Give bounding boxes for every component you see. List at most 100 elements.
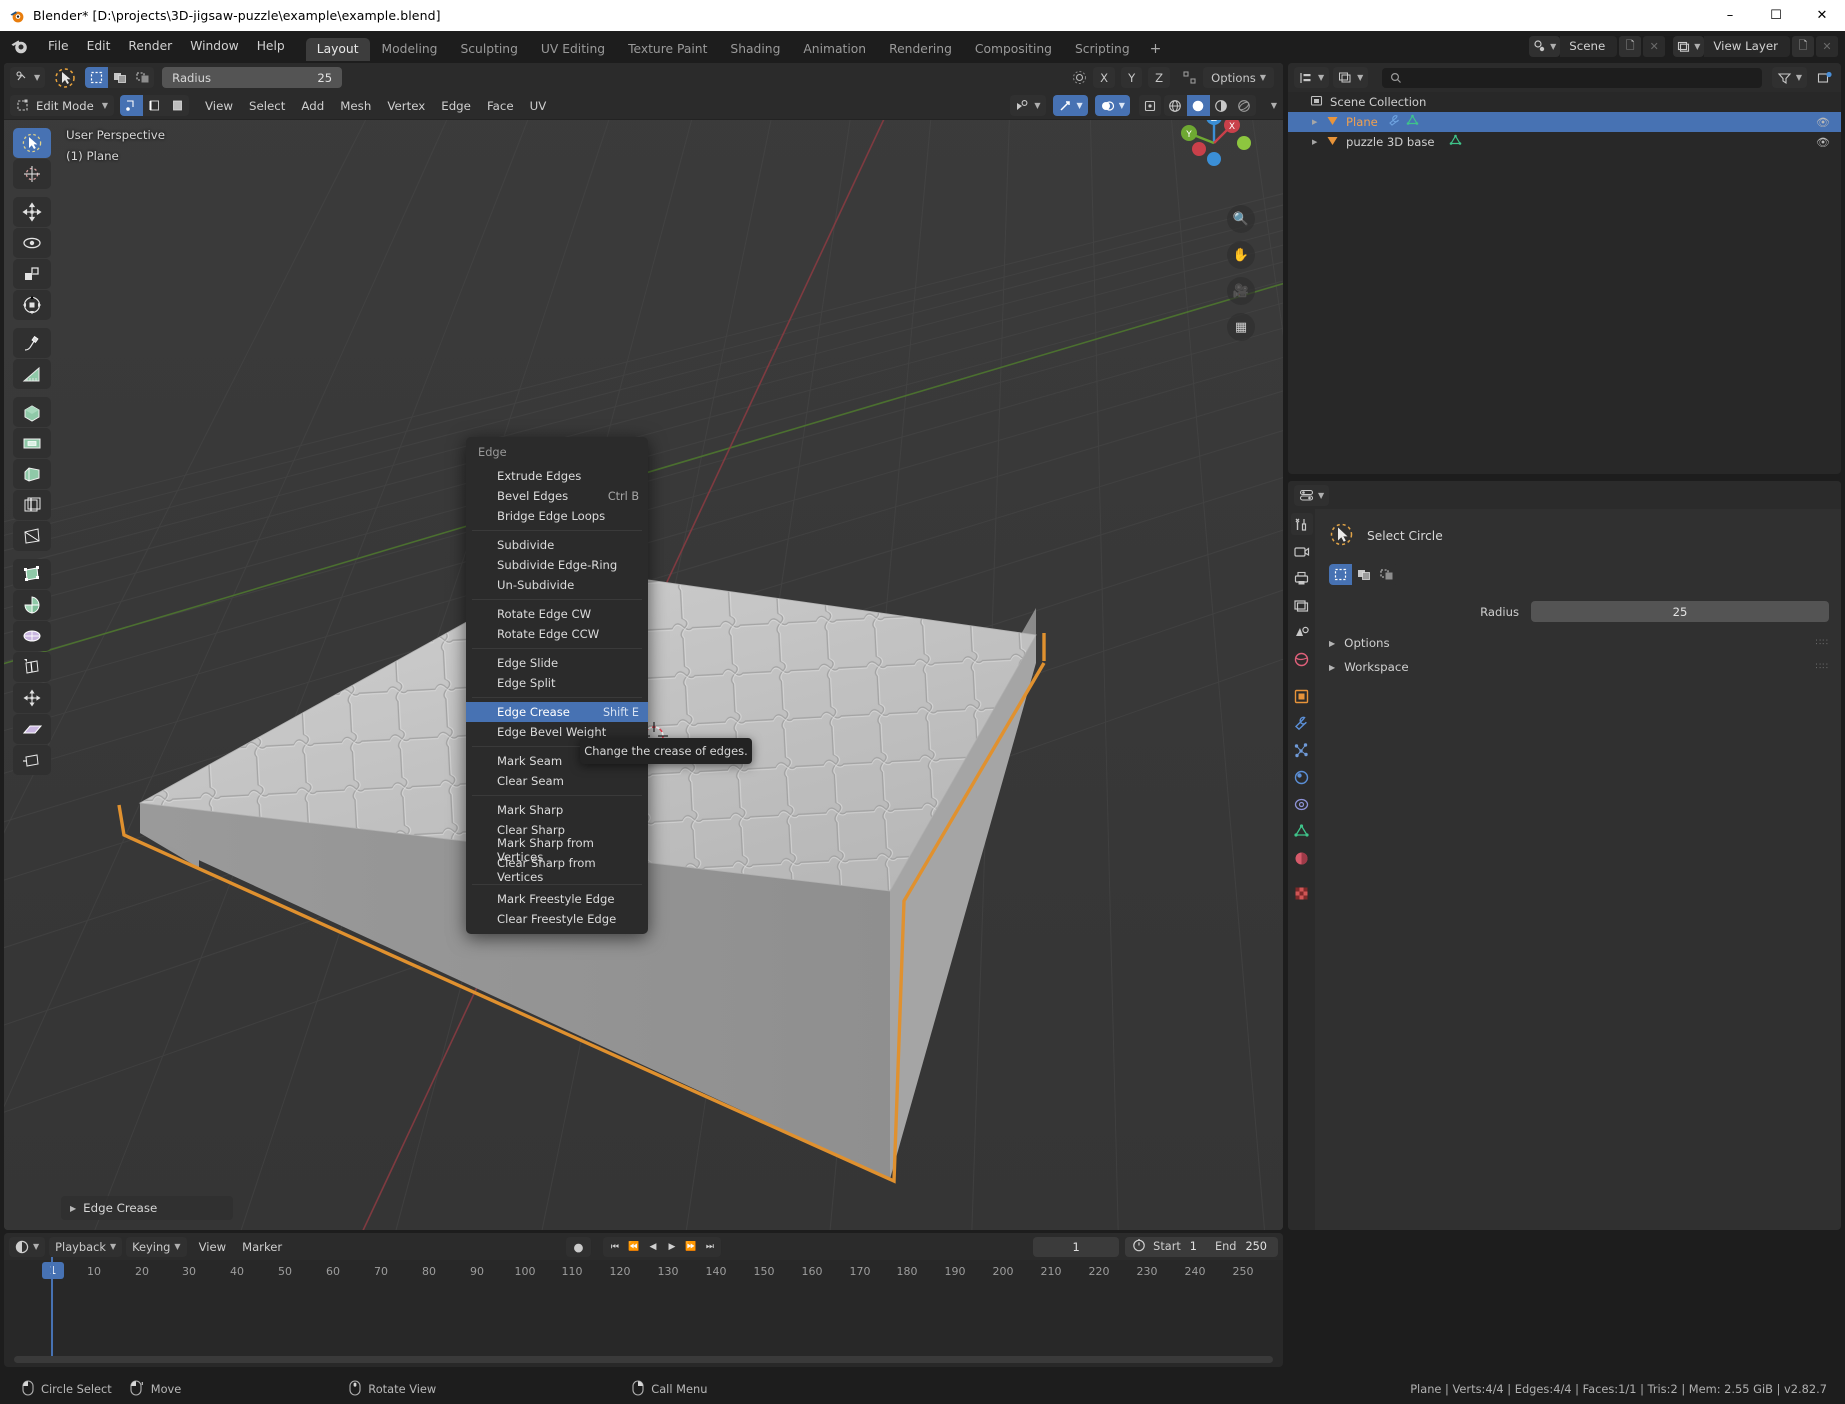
properties-tab-view-layer[interactable]: [1291, 594, 1313, 616]
vertex-select-mode-button[interactable]: [120, 95, 143, 116]
properties-panel-workspace[interactable]: ▶ Workspace ∷∷: [1329, 656, 1829, 678]
inset-faces-tool-button[interactable]: [13, 428, 51, 458]
properties-tab-scene[interactable]: [1291, 621, 1313, 643]
radius-slider[interactable]: 25: [1531, 601, 1829, 622]
properties-tab-tool[interactable]: [1291, 513, 1313, 535]
gizmo-toggle-dropdown[interactable]: ▼: [1053, 95, 1088, 116]
properties-tab-output[interactable]: [1291, 567, 1313, 589]
rip-region-tool-button[interactable]: [13, 745, 51, 775]
properties-tab-world[interactable]: [1291, 648, 1313, 670]
jump-to-end-button[interactable]: ⏭: [700, 1237, 719, 1257]
new-collection-button[interactable]: [1813, 67, 1835, 88]
axis-y-button[interactable]: Y: [1121, 67, 1142, 88]
properties-tab-render[interactable]: [1291, 540, 1313, 562]
knife-tool-button[interactable]: [13, 521, 51, 551]
timeline-playback-dropdown[interactable]: Playback▼: [49, 1237, 122, 1257]
properties-tab-object[interactable]: [1291, 685, 1313, 707]
minimize-button[interactable]: –: [1707, 0, 1753, 31]
new-view-layer-button[interactable]: 🗋: [1792, 36, 1814, 57]
viewport-menu-face[interactable]: Face: [479, 96, 522, 116]
extrude-region-tool-button[interactable]: [13, 397, 51, 427]
add-workspace-button[interactable]: +: [1142, 37, 1170, 61]
face-select-mode-button[interactable]: [166, 95, 189, 116]
axis-z-button[interactable]: Z: [1148, 67, 1170, 88]
shear-tool-button[interactable]: [13, 714, 51, 744]
jump-to-start-button[interactable]: ⏮: [605, 1237, 624, 1257]
menu-item-bevel-edges[interactable]: Bevel EdgesCtrl B: [466, 486, 648, 506]
viewport-menu-uv[interactable]: UV: [522, 96, 555, 116]
outliner-filter-id-dropdown[interactable]: ▼: [1333, 67, 1368, 88]
outliner-display-mode-dropdown[interactable]: ▼: [1294, 67, 1329, 88]
outliner-editor[interactable]: ▼ ▼ ▼ Scene Collection ▶ Plane: [1288, 63, 1841, 474]
timeline-playhead[interactable]: 1: [42, 1262, 64, 1279]
outliner-filter-dropdown[interactable]: ▼: [1772, 67, 1807, 88]
view-layer-name-field[interactable]: View Layer: [1704, 36, 1790, 57]
mesh-data-icon[interactable]: [1406, 114, 1419, 130]
xray-toggle-button[interactable]: [1139, 95, 1161, 116]
rendered-shading-button[interactable]: [1233, 95, 1256, 116]
pan-view-button[interactable]: ✋: [1227, 241, 1255, 269]
properties-tab-particles[interactable]: [1291, 739, 1313, 761]
menu-item-extrude-edges[interactable]: Extrude Edges: [466, 466, 648, 486]
workspace-tab-modeling[interactable]: Modeling: [371, 38, 449, 61]
delete-scene-button[interactable]: ✕: [1643, 36, 1665, 57]
workspace-tab-uv-editing[interactable]: UV Editing: [530, 38, 616, 61]
menu-item-rotate-edge-ccw[interactable]: Rotate Edge CCW: [466, 624, 648, 644]
menu-help[interactable]: Help: [248, 36, 294, 56]
menu-item-clear-sharp-from-vertices[interactable]: Clear Sharp from Vertices: [466, 860, 648, 880]
menu-item-mark-sharp[interactable]: Mark Sharp: [466, 800, 648, 820]
properties-tab-constraints[interactable]: [1291, 793, 1313, 815]
menu-window[interactable]: Window: [181, 36, 248, 56]
properties-tab-material[interactable]: [1291, 847, 1313, 869]
axis-x-button[interactable]: X: [1093, 67, 1115, 88]
active-tool-icon[interactable]: [49, 67, 81, 88]
timeline-menu-view[interactable]: View: [191, 1237, 235, 1257]
workspace-tab-layout[interactable]: Layout: [306, 38, 370, 61]
play-button[interactable]: ▶: [662, 1237, 681, 1257]
workspace-tab-texture-paint[interactable]: Texture Paint: [617, 38, 718, 61]
timeline-ruler[interactable]: 1 10 20 30 40 50 60 70 80 90 100 110 120…: [4, 1260, 1283, 1284]
edge-select-mode-button[interactable]: [143, 95, 166, 116]
viewport-options-button[interactable]: Options▼: [1203, 67, 1274, 88]
menu-item-clear-freestyle-edge[interactable]: Clear Freestyle Edge: [466, 909, 648, 929]
maximize-button[interactable]: ☐: [1753, 0, 1799, 31]
timeline-menu-marker[interactable]: Marker: [234, 1237, 290, 1257]
viewport-menu-edge[interactable]: Edge: [433, 96, 479, 116]
delete-view-layer-button[interactable]: ✕: [1816, 36, 1838, 57]
tool-settings-dropdown[interactable]: ▼: [10, 67, 45, 88]
modifier-icon[interactable]: [1388, 114, 1401, 130]
expand-icon[interactable]: ▶: [1312, 138, 1326, 146]
current-frame-field[interactable]: 1: [1033, 1237, 1119, 1257]
transform-tool-button[interactable]: [13, 290, 51, 320]
previous-keyframe-button[interactable]: ⏪: [624, 1237, 643, 1257]
workspace-tab-animation[interactable]: Animation: [792, 38, 877, 61]
scene-browse-button[interactable]: ▼: [1529, 36, 1560, 57]
properties-editor[interactable]: ▼: [1288, 481, 1841, 1230]
visibility-dropdown[interactable]: ▼: [1010, 95, 1045, 116]
auto-keying-button[interactable]: ●: [566, 1237, 592, 1257]
measure-tool-button[interactable]: [13, 359, 51, 389]
properties-tab-physics[interactable]: [1291, 766, 1313, 788]
mesh-data-icon[interactable]: [1449, 134, 1462, 150]
operator-redo-panel[interactable]: ▶ Edge Crease: [61, 1196, 233, 1220]
menu-file[interactable]: File: [39, 36, 78, 56]
outliner-row-puzzle-3d-base[interactable]: ▶ puzzle 3D base 👁: [1288, 132, 1841, 152]
expand-icon[interactable]: ▶: [1312, 118, 1326, 126]
scale-tool-button[interactable]: [13, 259, 51, 289]
properties-tab-texture[interactable]: [1291, 882, 1313, 904]
select-subtract-button[interactable]: [1375, 564, 1398, 585]
workspace-tab-rendering[interactable]: Rendering: [878, 38, 963, 61]
menu-item-subdivide[interactable]: Subdivide: [466, 535, 648, 555]
viewport-menu-mesh[interactable]: Mesh: [332, 96, 379, 116]
outliner-row-scene-collection[interactable]: Scene Collection: [1288, 92, 1841, 112]
play-reverse-button[interactable]: ◀: [643, 1237, 662, 1257]
next-keyframe-button[interactable]: ⏩: [681, 1237, 700, 1257]
shrink-fatten-tool-button[interactable]: [13, 683, 51, 713]
workspace-tab-scripting[interactable]: Scripting: [1064, 38, 1141, 61]
select-subtract-button[interactable]: [131, 67, 154, 88]
poly-build-tool-button[interactable]: [13, 559, 51, 589]
new-scene-button[interactable]: 🗋: [1619, 36, 1641, 57]
solid-shading-button[interactable]: [1187, 95, 1210, 116]
edge-slide-tool-button[interactable]: [13, 652, 51, 682]
select-extend-button[interactable]: [1352, 564, 1375, 585]
